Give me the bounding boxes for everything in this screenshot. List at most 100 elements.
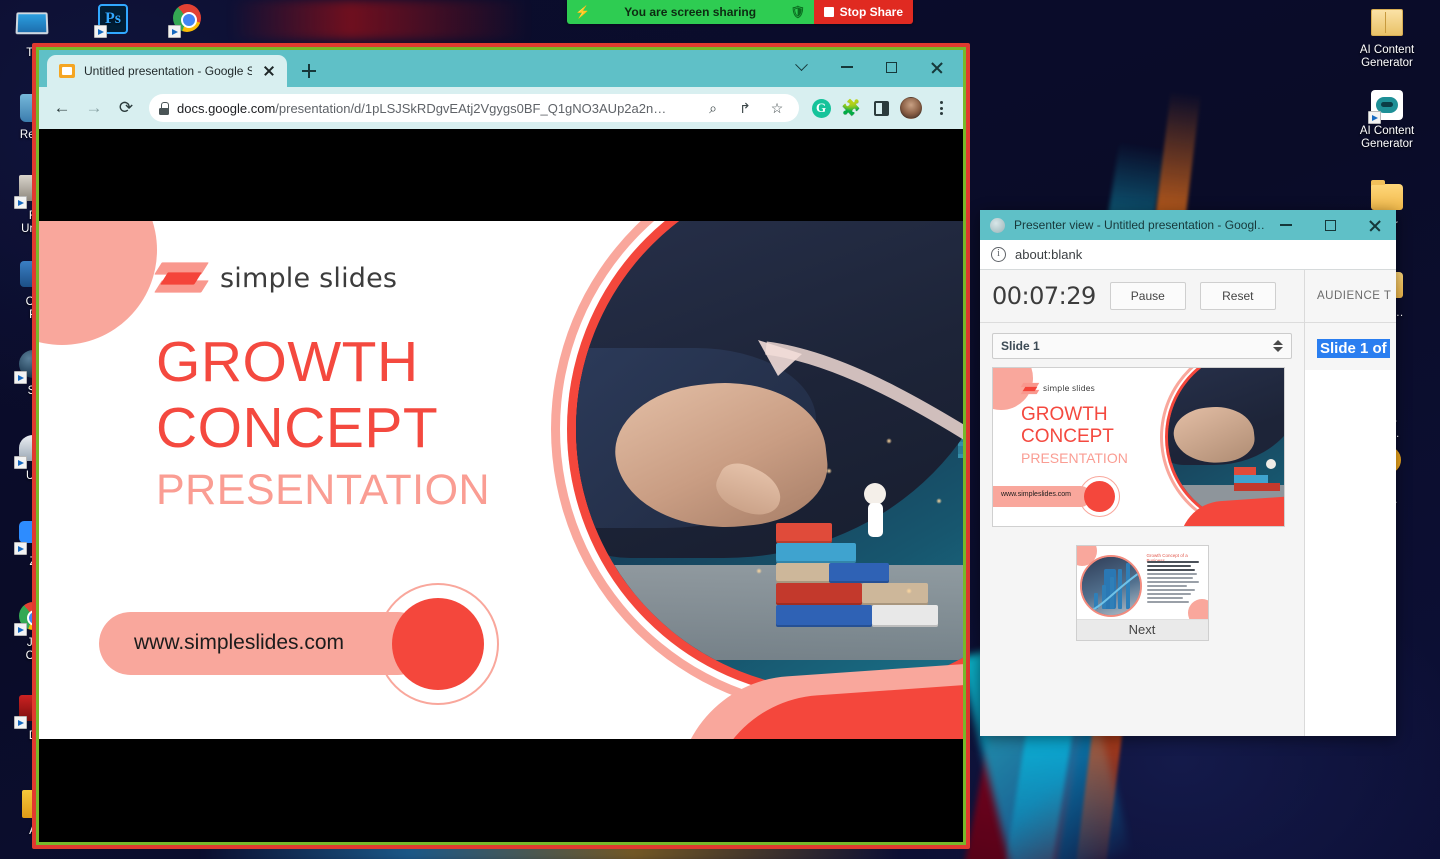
monitor-icon xyxy=(15,12,50,44)
zoom-out-icon[interactable]: ⌕ xyxy=(701,96,725,120)
slide-title-line-1: GROWTH xyxy=(156,330,419,394)
close-icon[interactable] xyxy=(261,63,277,79)
url-banner-dot xyxy=(392,598,484,690)
chrome-menu-icon[interactable] xyxy=(927,94,955,122)
stop-share-button[interactable]: Stop Share xyxy=(813,0,913,24)
presenter-minimize-button[interactable] xyxy=(1264,210,1308,240)
new-tab-button[interactable] xyxy=(295,57,323,85)
presenter-address-bar[interactable]: i about:blank xyxy=(980,240,1396,270)
address-bar[interactable]: docs.google.com/presentation/d/1pLSJSkRD… xyxy=(149,94,799,122)
desktop: Th Recy R Unin Co P St Ult Z Ja Ch D A P… xyxy=(0,0,1440,859)
minimize-icon xyxy=(840,66,853,68)
spinner-arrows-icon[interactable] xyxy=(1273,340,1283,352)
tab-strip: Untitled presentation - Google Sl xyxy=(39,50,963,87)
reload-button[interactable]: ⟳ xyxy=(111,93,141,123)
slide-select-label: Slide 1 xyxy=(1001,339,1040,353)
forward-button[interactable]: → xyxy=(79,93,109,123)
presenter-left-pane: 00:07:29 Pause Reset Slide 1 simple slid… xyxy=(980,270,1305,736)
profile-avatar[interactable] xyxy=(897,94,925,122)
desktop-icon-photoshop[interactable]: Ps xyxy=(76,2,150,39)
presenter-timer-bar: 00:07:29 Pause Reset xyxy=(980,270,1304,323)
next-slide-photo xyxy=(1079,555,1142,617)
brick xyxy=(829,563,889,583)
slide-select-wrap: Slide 1 xyxy=(980,323,1304,367)
presentation-timer: 00:07:29 xyxy=(992,282,1096,310)
back-button[interactable]: ← xyxy=(47,93,77,123)
extensions-puzzle-icon[interactable]: 🧩 xyxy=(837,94,865,122)
reset-button[interactable]: Reset xyxy=(1199,282,1276,310)
close-icon xyxy=(930,61,943,74)
close-icon xyxy=(1368,219,1381,232)
slide-select[interactable]: Slide 1 xyxy=(992,333,1292,359)
info-icon: i xyxy=(991,247,1006,262)
next-slide-body xyxy=(1146,561,1202,605)
audience-questions-panel xyxy=(1305,370,1396,736)
slide-url-text: www.simpleslides.com xyxy=(134,631,345,654)
presenter-close-button[interactable] xyxy=(1352,210,1396,240)
tab-title: Untitled presentation - Google Sl xyxy=(84,64,252,78)
star-icon[interactable]: ☆ xyxy=(765,96,789,120)
maximize-button[interactable] xyxy=(869,50,914,84)
url-text: docs.google.com/presentation/d/1pLSJSkRD… xyxy=(177,101,693,116)
grammarly-icon[interactable]: G xyxy=(807,94,835,122)
side-panel-icon[interactable] xyxy=(867,94,895,122)
current-slide-thumbnail[interactable]: simple slides GROWTH CONCEPT PRESENTATIO… xyxy=(992,367,1285,527)
browser-toolbar: ← → ⟳ docs.google.com/presentation/d/1pL… xyxy=(39,87,963,129)
presenter-view-window: Presenter view - Untitled presentation -… xyxy=(980,210,1396,736)
slide-subtitle: PRESENTATION xyxy=(156,466,491,514)
pause-button[interactable]: Pause xyxy=(1109,282,1186,310)
presenter-maximize-button[interactable] xyxy=(1308,210,1352,240)
share-status-text: You are screen sharing xyxy=(624,5,757,19)
next-label: Next xyxy=(1128,622,1156,637)
desktop-icon-label: AI Content Generator xyxy=(1359,44,1415,69)
maximize-icon xyxy=(886,61,897,73)
reload-icon: ⟳ xyxy=(118,98,134,117)
chrome-window: Untitled presentation - Google Sl ← → ⟳ xyxy=(39,50,963,842)
mini-logo: simple slides xyxy=(1020,381,1095,395)
next-slide-thumbnail[interactable]: Growth Concept of a Business xyxy=(1075,545,1209,641)
page-icon xyxy=(990,217,1005,233)
brick xyxy=(872,605,938,627)
robot-icon xyxy=(1368,90,1404,124)
tab-untitled-presentation[interactable]: Untitled presentation - Google Sl xyxy=(47,55,287,87)
wallpaper-art-red-top xyxy=(230,0,530,40)
slide-decoration-circle-light xyxy=(39,221,157,345)
simple-slides-logo-icon xyxy=(1020,381,1040,395)
brick xyxy=(776,583,862,605)
presenter-title-bar: Presenter view - Untitled presentation -… xyxy=(980,210,1396,240)
lightning-icon: ⚡ xyxy=(575,5,590,19)
presenter-content: 00:07:29 Pause Reset Slide 1 simple slid… xyxy=(980,270,1396,736)
url-path: /presentation/d/1pLSJSkRDgvEAtj2Vgygs0BF… xyxy=(275,100,667,116)
folder-open-icon xyxy=(1370,9,1404,41)
desktop-icon-ai-content-generator-app[interactable]: AI Content Generator xyxy=(1350,88,1424,151)
tab-search-button[interactable] xyxy=(779,50,824,84)
maximize-icon xyxy=(1324,219,1336,231)
slides-favicon-icon xyxy=(59,64,75,78)
next-slide-preview: Growth Concept of a Business xyxy=(1076,546,1208,620)
shield-icon: 🛡 xyxy=(790,5,806,19)
window-controls xyxy=(779,50,959,84)
chevron-down-icon xyxy=(795,57,808,71)
slide-growth-concept: simple slides GROWTH CONCEPT PRESENTATIO… xyxy=(39,221,963,739)
figure-climbing xyxy=(854,483,904,553)
slide-logo-text: simple slides xyxy=(220,262,398,294)
photoshop-icon: Ps xyxy=(94,4,130,38)
simple-slides-logo-icon xyxy=(154,257,209,299)
minimize-button[interactable] xyxy=(824,50,869,84)
desktop-icon-chrome[interactable] xyxy=(150,2,224,39)
presenter-window-title: Presenter view - Untitled presentation -… xyxy=(1014,218,1264,232)
mini-subtitle: PRESENTATION xyxy=(1021,450,1128,466)
desktop-icon-ai-content-generator-folder[interactable]: AI Content Generator xyxy=(1350,6,1424,70)
presentation-viewport[interactable]: simple slides GROWTH CONCEPT PRESENTATIO… xyxy=(39,129,963,842)
close-window-button[interactable] xyxy=(914,50,959,84)
presenter-right-pane: AUDIENCE T Slide 1 of xyxy=(1305,270,1396,736)
brick xyxy=(776,605,872,627)
chrome-icon xyxy=(168,4,204,38)
stop-share-label: Stop Share xyxy=(839,5,903,19)
slide-title: GROWTH CONCEPT xyxy=(156,329,438,461)
screen-share-banner: ⚡ You are screen sharing 🛡 Stop Share xyxy=(567,0,913,24)
arrow-right-icon: → xyxy=(85,98,103,117)
mini-logo-text: simple slides xyxy=(1043,383,1095,393)
figure-running-1 xyxy=(954,540,963,610)
share-icon[interactable]: ↱ xyxy=(733,96,757,120)
